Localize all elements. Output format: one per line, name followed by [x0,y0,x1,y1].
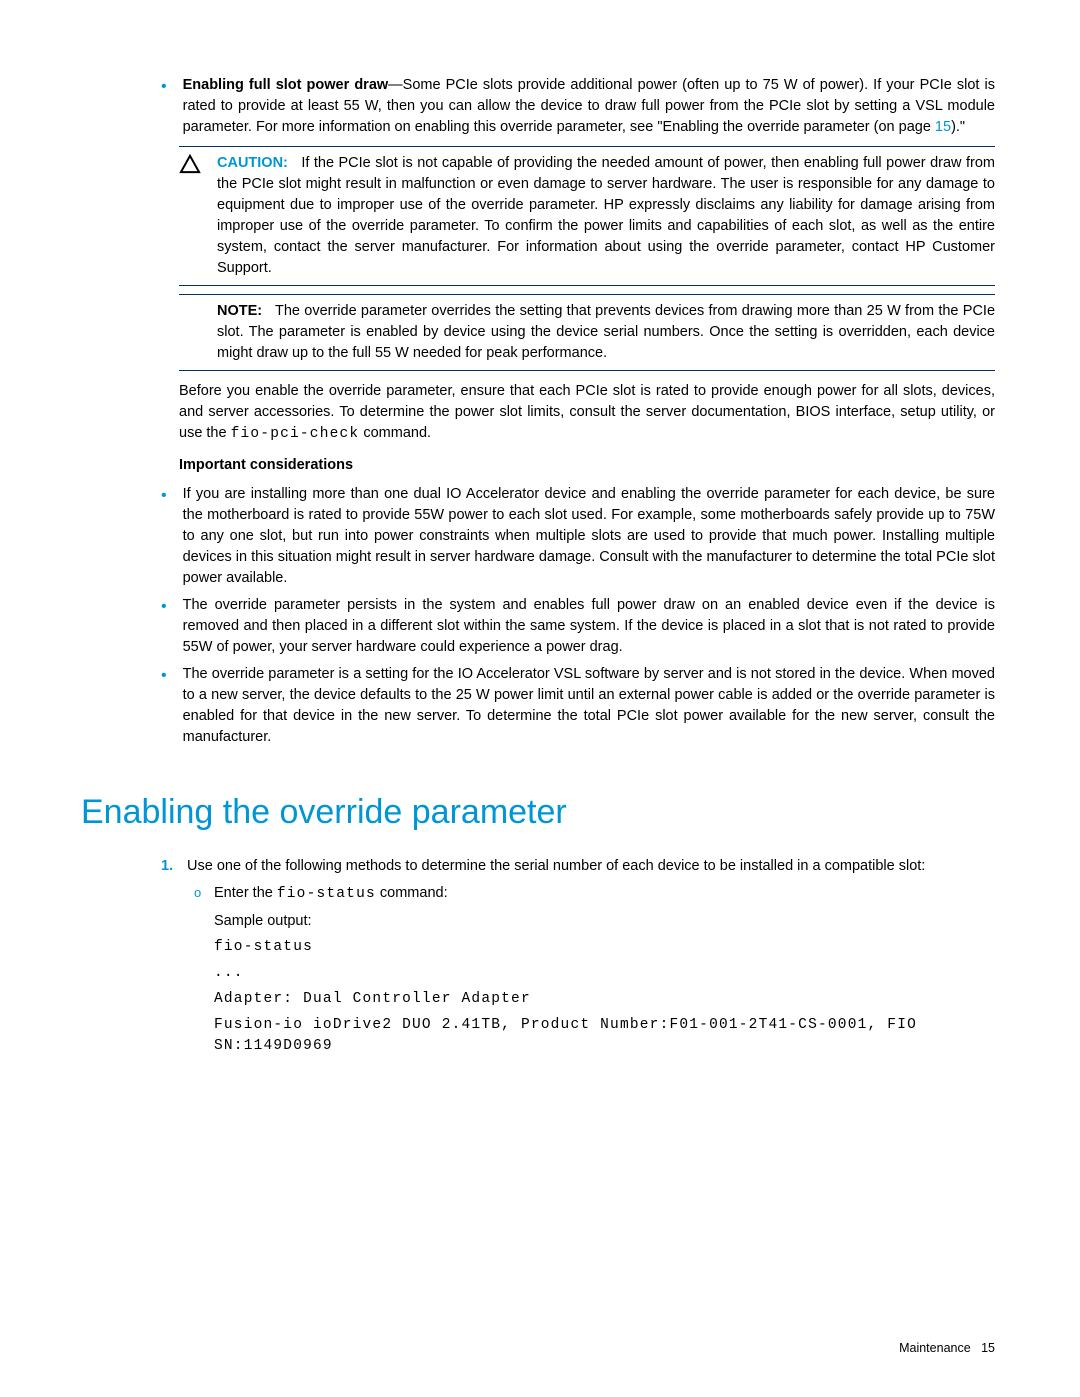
note-box: NOTE: The override parameter overrides t… [179,294,995,371]
bullet-title: Enabling full slot power draw [183,77,389,93]
consideration-3-text: The override parameter is a setting for … [183,664,995,748]
code-line-1: fio-status [214,937,995,958]
sub-text-2: command: [376,885,448,901]
before-cmd: fio-pci-check [231,426,360,442]
footer-page: 15 [981,1341,995,1355]
before-text-2: command. [359,425,431,441]
consideration-3: • The override parameter is a setting fo… [85,664,995,748]
page-link[interactable]: 15 [935,119,951,135]
important-considerations-heading: Important considerations [179,455,995,476]
note-text: The override parameter overrides the set… [217,303,995,361]
sub-cmd: fio-status [277,886,376,902]
step-1-text: Use one of the following methods to dete… [187,856,995,877]
code-line-2: ... [214,963,995,984]
bullet-body: Enabling full slot power draw—Some PCIe … [183,75,995,138]
sub-text-1: Enter the [214,885,277,901]
sub-step-enter-fio-status: o Enter the fio-status command: [85,883,995,905]
step-number: 1. [161,856,187,877]
sub-marker: o [194,883,214,905]
consideration-2: • The override parameter persists in the… [85,595,995,658]
step-1: 1. Use one of the following methods to d… [85,856,995,877]
page-footer: Maintenance 15 [899,1339,995,1357]
code-line-3: Adapter: Dual Controller Adapter [214,989,995,1010]
consideration-2-text: The override parameter persists in the s… [183,595,995,658]
consideration-1: • If you are installing more than one du… [85,484,995,589]
note-body: NOTE: The override parameter overrides t… [217,301,995,364]
code-line-4: Fusion-io ioDrive2 DUO 2.41TB, Product N… [214,1015,995,1057]
footer-section: Maintenance [899,1341,971,1355]
bullet-text-2: )." [951,119,965,135]
caution-box: CAUTION: If the PCIe slot is not capable… [179,146,995,286]
page-title: Enabling the override parameter [81,788,995,837]
caution-text: If the PCIe slot is not capable of provi… [217,155,995,276]
sample-output-block: Sample output: fio-status ... Adapter: D… [214,911,995,1057]
bullet-marker: • [161,75,183,138]
sub-step-body: Enter the fio-status command: [214,883,448,905]
bullet-marker: • [161,484,183,589]
caution-label: CAUTION: [217,155,288,171]
sample-output-label: Sample output: [214,911,995,932]
note-icon-spacer [179,301,217,364]
note-label: NOTE: [217,303,262,319]
caution-icon [179,153,217,279]
bullet-marker: • [161,664,183,748]
consideration-1-text: If you are installing more than one dual… [183,484,995,589]
bullet-marker: • [161,595,183,658]
before-paragraph: Before you enable the override parameter… [179,381,995,445]
bullet-enabling-full-slot: • Enabling full slot power draw—Some PCI… [85,75,995,138]
caution-body: CAUTION: If the PCIe slot is not capable… [217,153,995,279]
